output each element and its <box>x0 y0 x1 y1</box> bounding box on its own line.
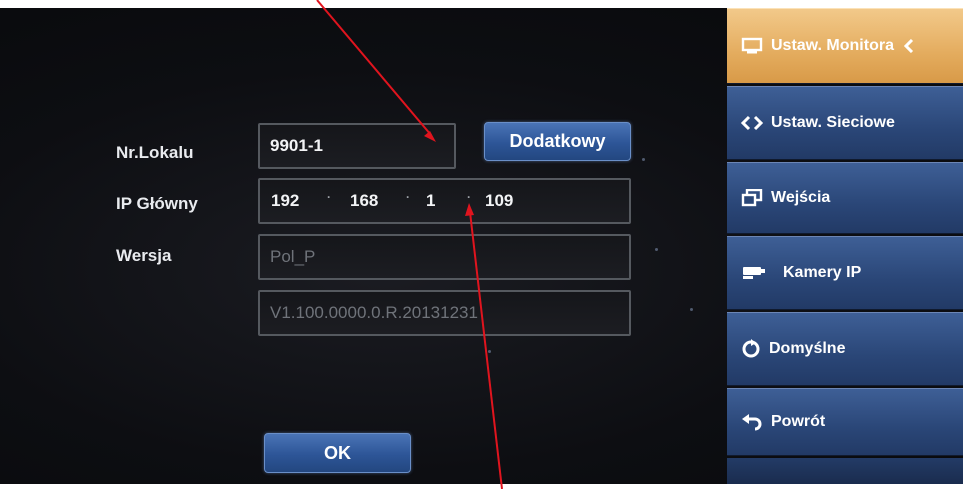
sidebar-item-ip-cameras[interactable]: Kamery IP <box>727 236 963 310</box>
sidebar-item-label: Ustaw. Monitora <box>771 37 894 54</box>
screen-glare <box>655 248 658 251</box>
monitor-icon <box>741 37 763 55</box>
sidebar-item-label: Ustaw. Sieciowe <box>771 114 895 131</box>
reset-icon <box>741 339 761 359</box>
back-arrow-icon <box>741 413 763 431</box>
ip-octet-2[interactable]: 168 <box>350 180 378 222</box>
build-field: V1.100.0000.0.R.20131231 <box>258 290 631 336</box>
unit-number-field[interactable]: 9901-1 <box>258 123 456 169</box>
version-field: Pol_P <box>258 234 631 280</box>
sidebar-item-monitor-settings[interactable]: Ustaw. Monitora <box>727 8 963 84</box>
extra-button[interactable]: Dodatkowy <box>484 122 631 161</box>
sidebar-item-label: Powrót <box>771 413 826 430</box>
unit-number-label: Nr.Lokalu <box>116 143 194 162</box>
main-ip-label: IP Główny <box>116 194 198 213</box>
ip-separator: · <box>327 190 331 204</box>
unit-number-value: 9901-1 <box>270 136 323 155</box>
version-label: Wersja <box>116 246 172 265</box>
build-value: V1.100.0000.0.R.20131231 <box>270 303 478 322</box>
ip-octet-4[interactable]: 109 <box>485 180 513 222</box>
sidebar-item-label: Wejścia <box>771 189 831 206</box>
screen-glare <box>642 158 645 161</box>
sidebar-footer <box>727 458 963 484</box>
sidebar-item-back[interactable]: Powrót <box>727 388 963 456</box>
network-arrows-icon <box>741 115 763 131</box>
ip-octet-1[interactable]: 192 <box>271 180 299 222</box>
settings-sidebar: Ustaw. Monitora Ustaw. Sieciowe Wejścia … <box>727 8 963 484</box>
camera-icon <box>741 265 767 281</box>
ip-octet-3[interactable]: 1 <box>426 180 435 222</box>
screen-glare <box>488 350 491 353</box>
sidebar-item-label: Domyślne <box>769 340 846 357</box>
version-value: Pol_P <box>270 247 316 266</box>
sidebar-item-defaults[interactable]: Domyślne <box>727 312 963 386</box>
sidebar-item-label: Kamery IP <box>783 264 862 281</box>
device-screen: Nr.Lokalu IP Główny Wersja 9901-1 Dodatk… <box>0 8 963 484</box>
inputs-icon <box>741 189 763 207</box>
main-ip-field[interactable]: 192 · 168 · 1 · 109 <box>258 178 631 224</box>
sidebar-item-network-settings[interactable]: Ustaw. Sieciowe <box>727 86 963 160</box>
sidebar-item-inputs[interactable]: Wejścia <box>727 162 963 234</box>
screen-glare <box>690 308 693 311</box>
ok-button[interactable]: OK <box>264 433 411 473</box>
chevron-left-icon <box>903 39 914 53</box>
ip-separator: · <box>467 190 471 204</box>
ip-separator: · <box>406 190 410 204</box>
